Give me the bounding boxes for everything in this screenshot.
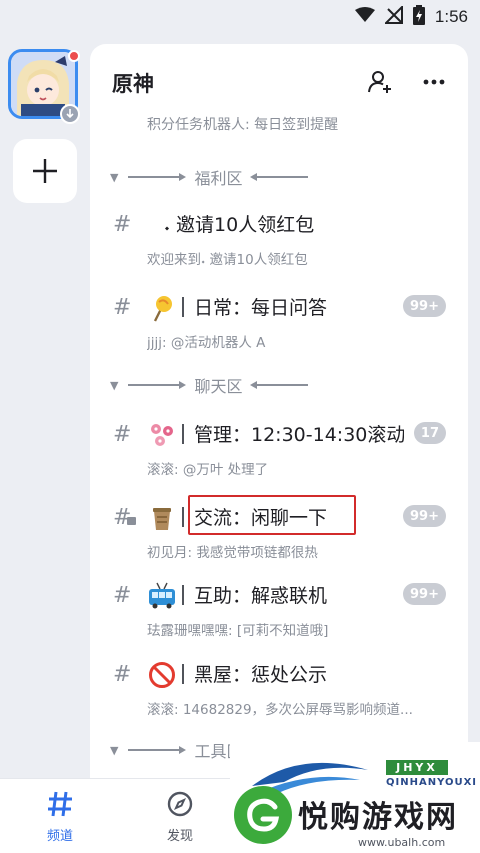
channel-separator: [182, 297, 184, 317]
add-person-icon: [368, 71, 391, 93]
unread-badge: 99+: [403, 505, 446, 527]
chevron-down-icon: ▼: [110, 170, 119, 184]
channel-preview: 初见月: 我感觉带项链都很热: [147, 545, 318, 561]
channel-panel: 原神 积分任务机器人: 每日签到提醒 ▼ 福利区 # 𝆺 邀请10人领红包 欢迎…: [90, 44, 468, 784]
divider-line-right: [250, 173, 309, 181]
channel-name: 日常：每日问答: [194, 297, 328, 319]
nav-label: 发现: [166, 829, 193, 844]
compass-icon: [166, 787, 194, 821]
channel-item-admin[interactable]: # 管理：12:30-14:30滚动 17 滚滚: @万叶 处理了: [90, 416, 468, 496]
plus-icon: [33, 159, 57, 183]
channel-separator: [182, 424, 184, 444]
battery-charging-icon: [412, 5, 425, 29]
notification-dot: [68, 50, 80, 62]
site-watermark: JHYX QINHANYOUXI 悦购游戏网 www.ubalh.com: [230, 742, 480, 853]
watermark-brand: 悦购游戏网: [298, 800, 458, 835]
channel-name: 管理：12:30-14:30滚动: [194, 424, 404, 446]
channel-separator: [182, 664, 184, 684]
panel-header: 原神: [90, 44, 468, 120]
chevron-down-icon: ▼: [110, 743, 119, 757]
channel-item-help[interactable]: # 互助：解惑联机 99+ 珐露珊嘿嘿嘿: [可莉不知道哦]: [90, 577, 468, 657]
channel-separator: [182, 507, 184, 527]
more-dots-icon: [423, 79, 445, 85]
flowers-icon: [147, 420, 177, 450]
watermark-circle-logo-icon: [234, 786, 292, 844]
category-welfare[interactable]: ▼ 福利区: [110, 166, 309, 188]
prohibited-icon: [147, 660, 177, 690]
hash-icon: #: [113, 295, 132, 320]
trolleybus-icon: [147, 581, 177, 611]
category-label: 聊天区: [194, 377, 243, 396]
channel-item-blackroom[interactable]: # 黑屋：惩处公示 滚滚: 14682829，多次公屏辱骂影响频道...: [90, 656, 468, 736]
nav-tab-discover[interactable]: 发现: [150, 787, 210, 844]
wifi-icon: [354, 7, 375, 27]
hash-icon: #: [113, 212, 132, 237]
divider-line-left: [128, 746, 187, 754]
watermark-logo-text: JHYX QINHANYOUXI: [386, 760, 478, 788]
channel-name: 黑屋：惩处公示: [194, 664, 328, 686]
status-bar: 1:56: [0, 0, 480, 34]
download-badge-icon: [60, 104, 80, 124]
channel-item-chitchat[interactable]: # 交流：闲聊一下 99+ 初见月: 我感觉带项链都很热: [90, 495, 468, 579]
category-label: 福利区: [194, 169, 243, 188]
lock-icon: [127, 517, 136, 525]
clipped-channel-preview: 积分任务机器人: 每日签到提醒: [147, 117, 339, 133]
hash-icon: #: [113, 583, 132, 608]
hash-icon: #: [113, 422, 132, 447]
watermark-url: www.ubalh.com: [358, 836, 446, 849]
channel-preview: 滚滚: @万叶 处理了: [147, 462, 269, 478]
channel-item-invite[interactable]: # 𝆺 邀请10人领红包 欢迎来到𝆺 邀请10人领红包: [90, 206, 468, 286]
hash-icon: [46, 787, 74, 821]
chevron-down-icon: ▼: [110, 378, 119, 392]
unread-badge: 99+: [403, 583, 446, 605]
channel-preview: jjjj: @活动机器人 A: [147, 335, 266, 351]
channel-preview: 欢迎来到𝆺 邀请10人领红包: [147, 252, 308, 268]
channel-preview: 滚滚: 14682829，多次公屏辱骂影响频道...: [147, 702, 413, 718]
divider-line-left: [128, 381, 187, 389]
server-rail: [0, 44, 90, 774]
category-chat[interactable]: ▼ 聊天区: [110, 374, 309, 396]
hash-icon: #: [113, 662, 132, 687]
divider-line-right: [250, 381, 309, 389]
nav-label: 频道: [46, 829, 73, 844]
cup-icon: [147, 503, 177, 533]
divider-line-left: [128, 173, 187, 181]
lollipop-icon: [147, 293, 177, 323]
channel-item-daily[interactable]: # 日常：每日问答 99+ jjjj: @活动机器人 A: [90, 289, 468, 369]
nav-tab-channels[interactable]: 频道: [30, 787, 90, 844]
unread-badge: 17: [413, 422, 446, 444]
unread-badge: 99+: [403, 295, 446, 317]
channel-preview: 珐露珊嘿嘿嘿: [可莉不知道哦]: [147, 623, 329, 639]
highlight-annotation: [188, 495, 356, 535]
server-title: 原神: [112, 72, 154, 96]
add-member-button[interactable]: [366, 68, 394, 96]
status-time: 1:56: [434, 7, 468, 26]
channel-name: 互助：解惑联机: [194, 585, 328, 607]
channel-name: 𝆺 邀请10人领红包: [164, 214, 315, 236]
add-server-button[interactable]: [13, 139, 77, 203]
no-signal-icon: [383, 4, 403, 28]
channel-separator: [182, 585, 184, 605]
more-options-button[interactable]: [420, 68, 448, 96]
